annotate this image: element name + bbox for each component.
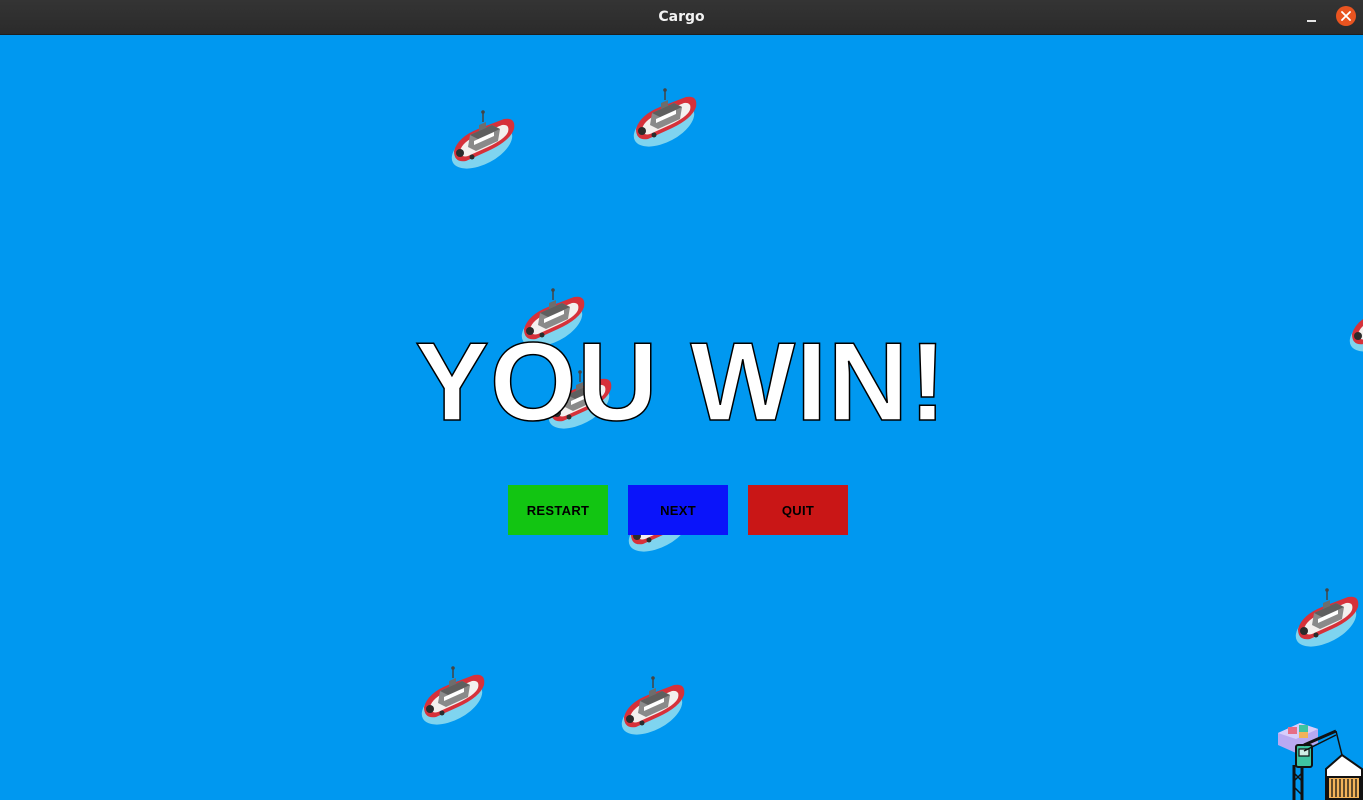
game-canvas: YOU WIN! RESTART NEXT QUIT [0,35,1363,800]
close-icon[interactable] [1336,6,1356,26]
minimize-icon[interactable] [1300,9,1322,27]
tugboat-icon [448,107,520,169]
tugboat-icon [1346,290,1363,352]
tugboat-icon [1292,585,1363,647]
quit-button[interactable]: QUIT [748,485,848,535]
tugboat-icon [618,673,690,735]
tugboat-icon [630,85,702,147]
port-crane-icon [1278,723,1363,800]
tugboat-icon [418,663,490,725]
win-headline: YOU WIN! [414,320,948,444]
window-title: Cargo [658,9,705,25]
next-button[interactable]: NEXT [628,485,728,535]
window-titlebar: Cargo [0,0,1363,35]
restart-button[interactable]: RESTART [508,485,608,535]
